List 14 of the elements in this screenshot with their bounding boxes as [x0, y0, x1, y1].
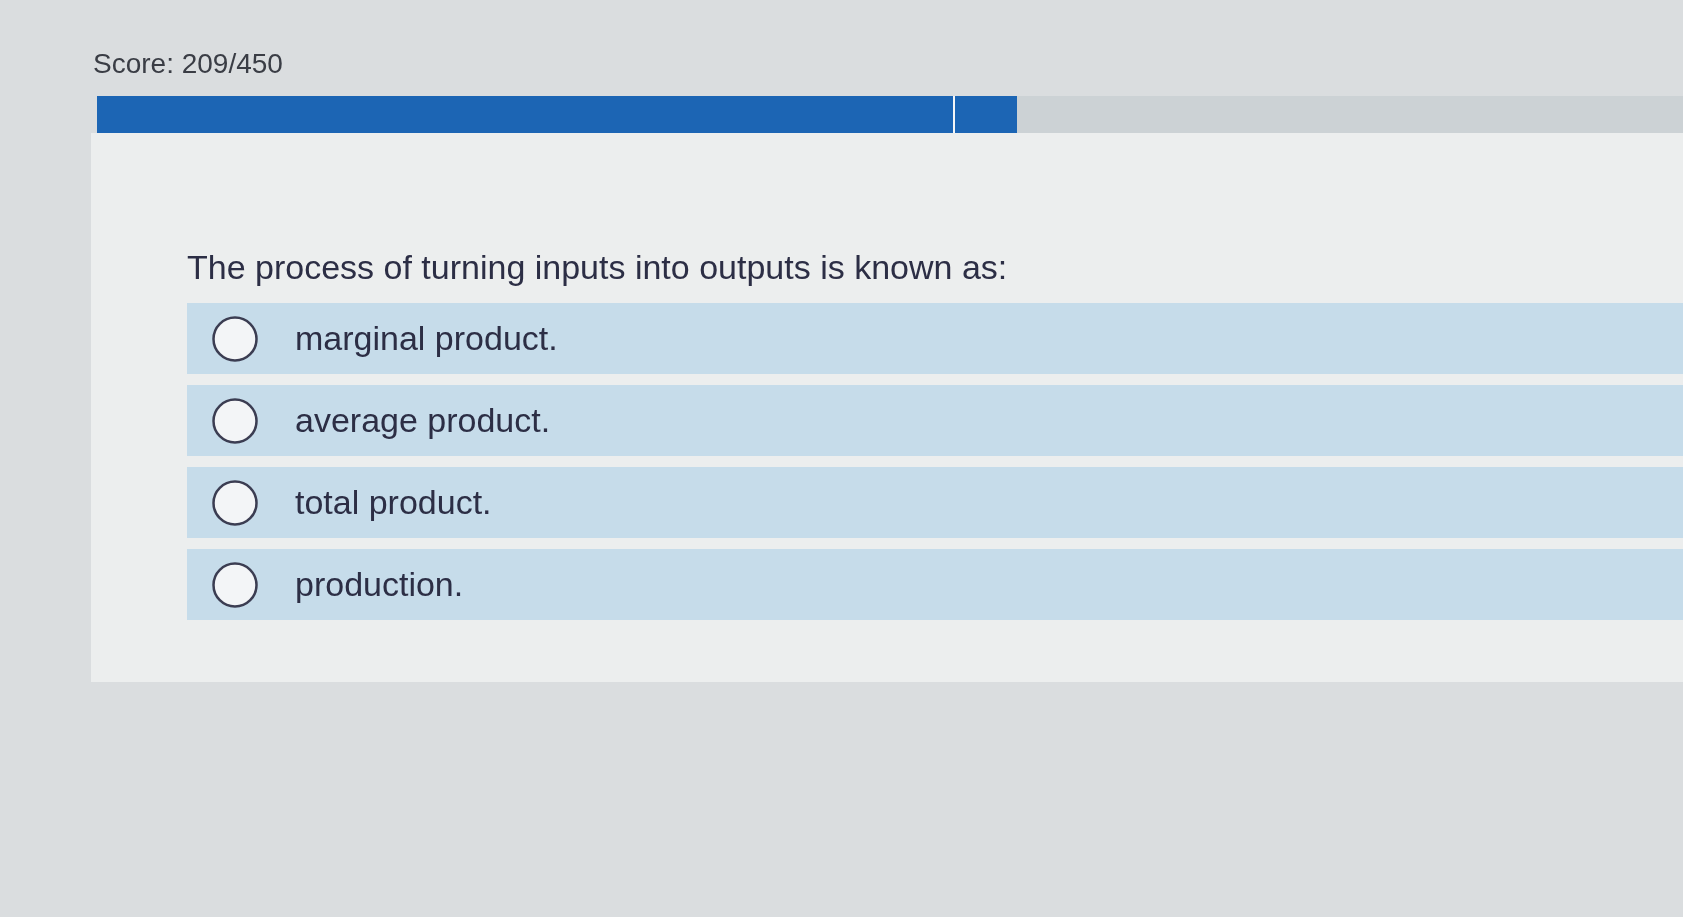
radio-button-icon[interactable] [212, 315, 258, 362]
answer-option[interactable]: production. [187, 549, 1683, 620]
option-label: production. [295, 565, 464, 604]
answer-option[interactable]: total product. [187, 467, 1683, 538]
option-label: average product. [295, 401, 551, 440]
radio-button-icon[interactable] [212, 561, 258, 608]
radio-button-icon[interactable] [212, 479, 258, 526]
radio-button-icon[interactable] [212, 397, 258, 444]
option-label: total product. [295, 483, 492, 522]
answer-option[interactable]: average product. [187, 385, 1683, 456]
question-text: The process of turning inputs into outputs is known as: [187, 247, 1008, 288]
answer-option[interactable]: marginal product. [187, 303, 1683, 374]
score-label: Score: 209/450 [93, 47, 283, 81]
option-label: marginal product. [295, 319, 558, 358]
